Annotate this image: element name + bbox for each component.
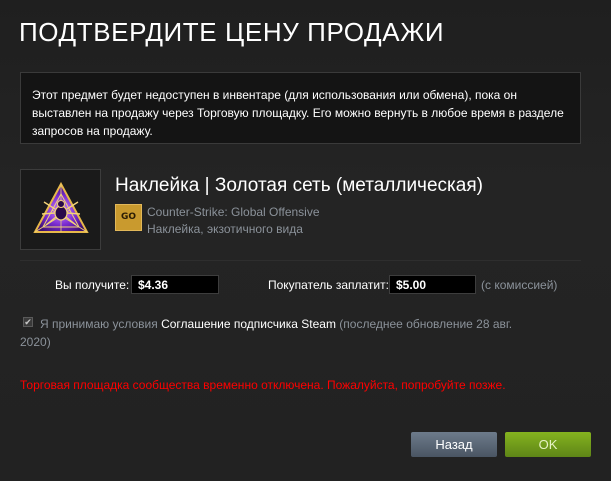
spider-web-sticker-icon	[33, 181, 89, 233]
agreement-text: Я принимаю условия Соглашение подписчика…	[20, 315, 540, 351]
checkmark-icon: ✔	[24, 317, 32, 327]
dialog-title: ПОДТВЕРДИТЕ ЦЕНУ ПРОДАЖИ	[19, 17, 445, 47]
back-button[interactable]: Назад	[411, 432, 497, 457]
ok-button[interactable]: OK	[505, 432, 591, 457]
divider	[20, 260, 581, 261]
fee-note: (с комиссией)	[481, 278, 558, 292]
buyer-price-input[interactable]	[389, 275, 476, 294]
csgo-icon: GO	[115, 204, 142, 231]
item-name: Наклейка | Золотая сеть (металлическая)	[115, 175, 483, 196]
item-type: Наклейка, экзотичного вида	[147, 222, 303, 236]
ssa-link[interactable]: Соглашение подписчика Steam	[161, 317, 336, 331]
receive-label: Вы получите:	[55, 278, 130, 292]
receive-price-input[interactable]	[131, 275, 219, 294]
error-message: Торговая площадка сообщества временно от…	[20, 378, 506, 392]
agreement-prefix: Я принимаю условия	[40, 317, 162, 331]
item-image	[20, 169, 101, 250]
buyer-pays-label: Покупатель заплатит:	[268, 278, 389, 292]
accept-checkbox[interactable]: ✔	[23, 317, 33, 327]
game-name: Counter-Strike: Global Offensive	[147, 205, 320, 219]
listing-notice: Этот предмет будет недоступен в инвентар…	[20, 72, 581, 144]
